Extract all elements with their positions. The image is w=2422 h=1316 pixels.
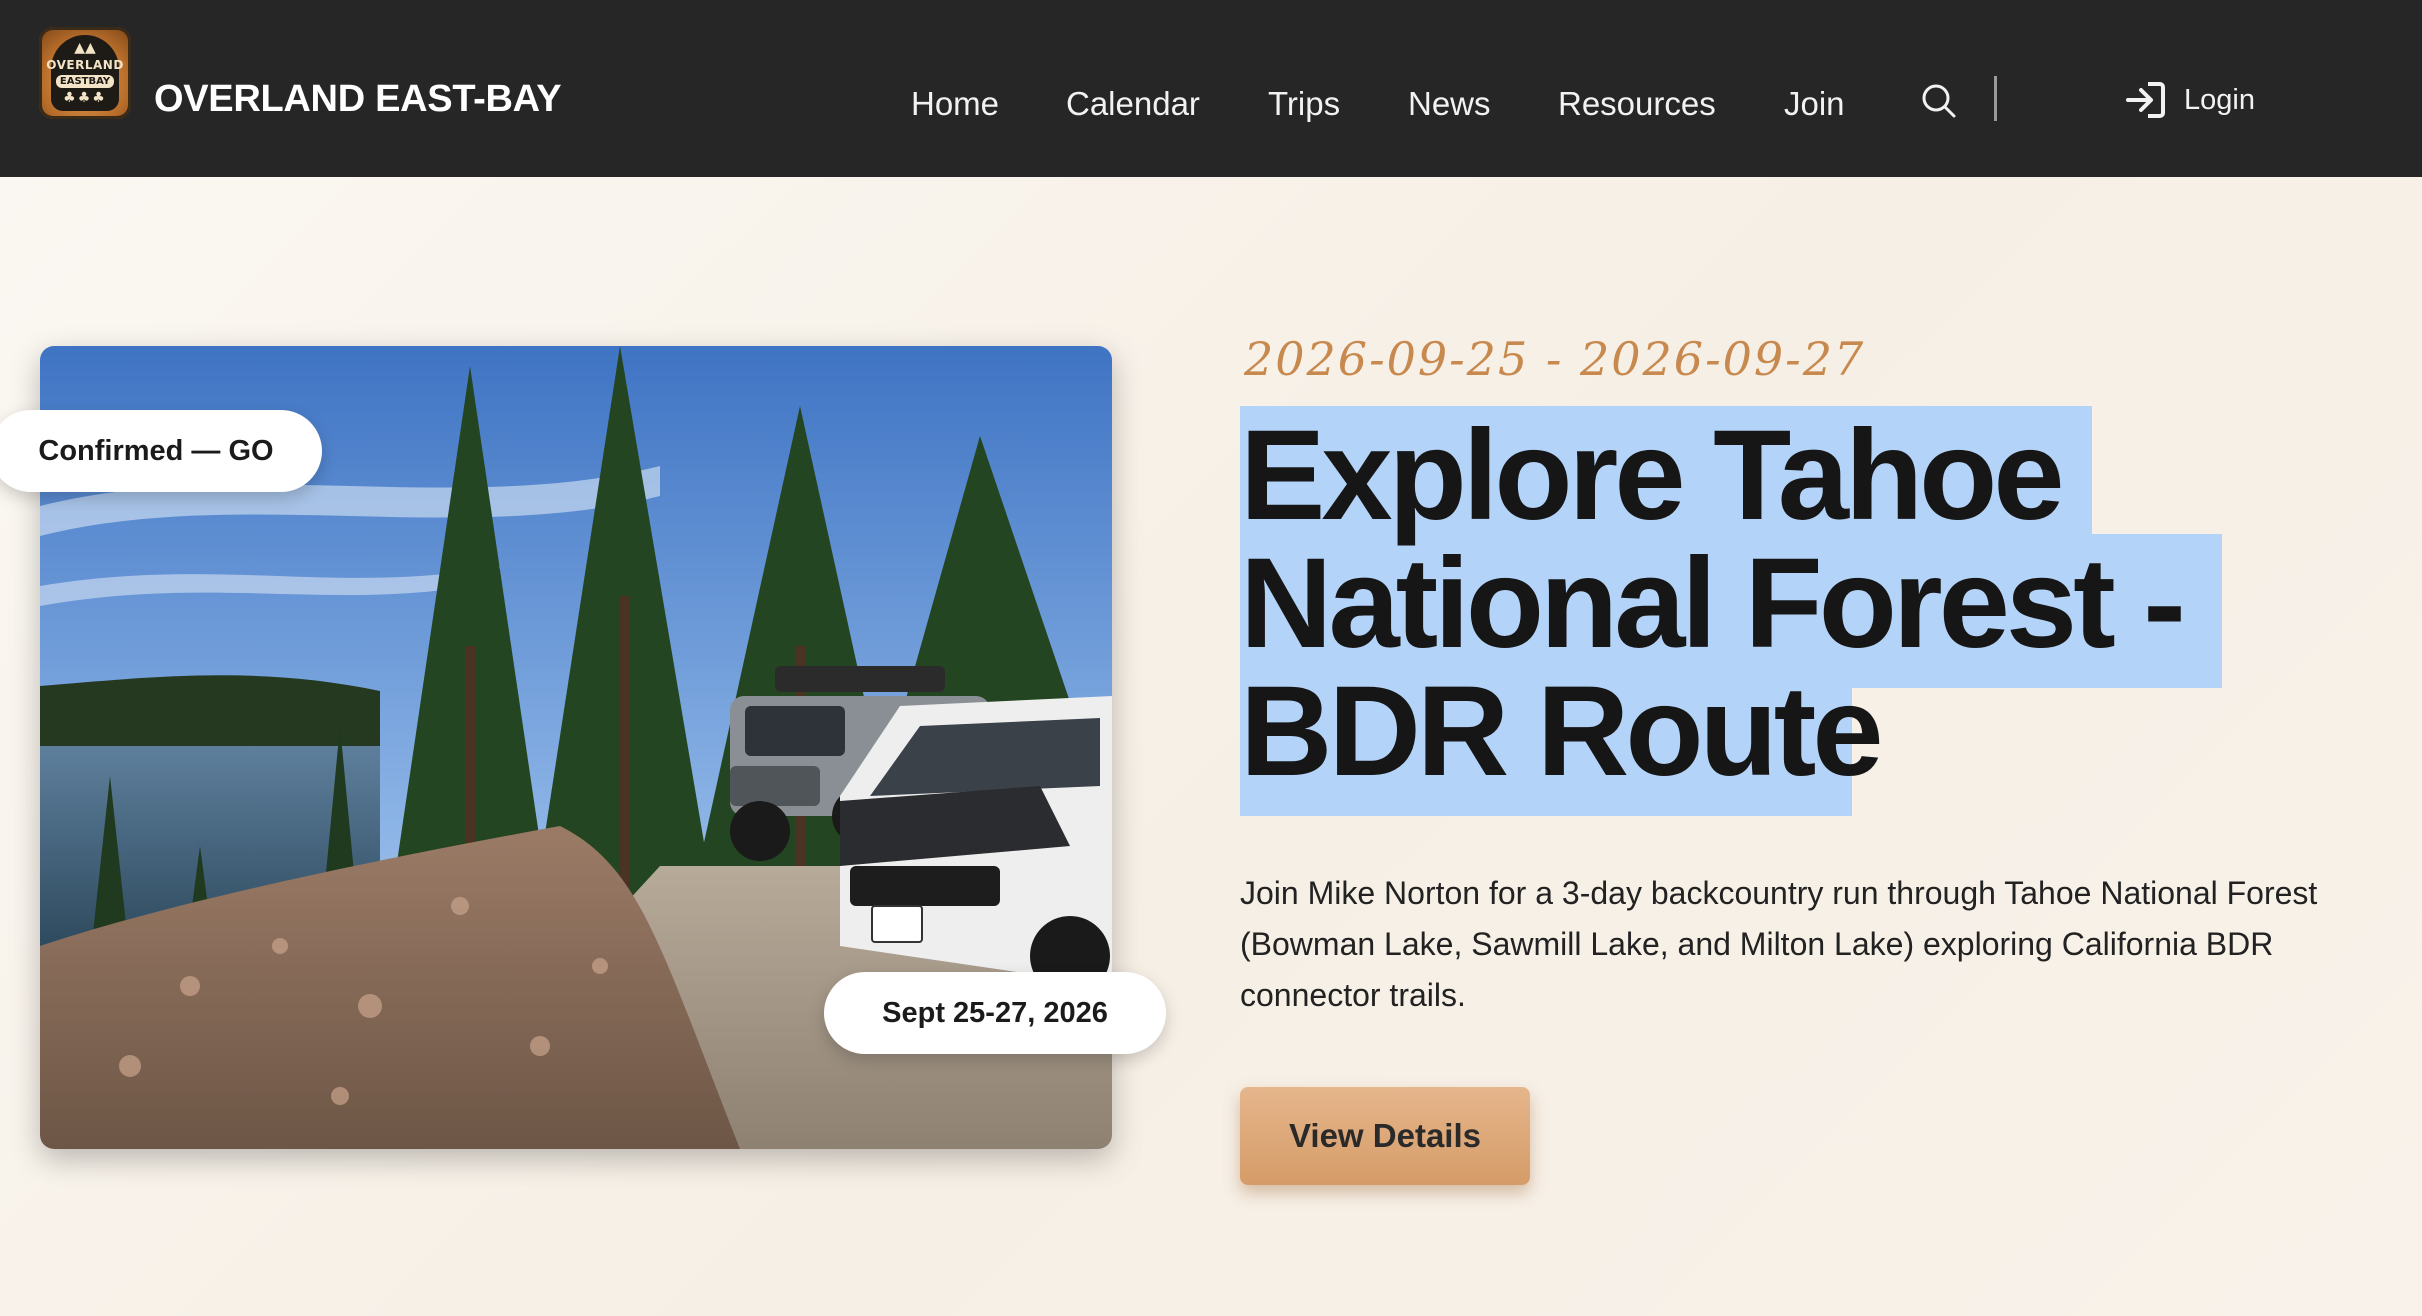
trip-title: Explore Tahoe National Forest - BDR Rout… — [1240, 412, 2300, 796]
nav-resources[interactable]: Resources — [1558, 85, 1716, 123]
date-badge: Sept 25-27, 2026 — [824, 972, 1166, 1054]
nav-news[interactable]: News — [1408, 85, 1491, 123]
site-logo[interactable]: ▲▲ OVERLAND EASTBAY ♣♣♣ — [39, 27, 131, 119]
nav-join[interactable]: Join — [1784, 85, 1845, 123]
nav-calendar[interactable]: Calendar — [1066, 85, 1200, 123]
trip-title-line: BDR Route — [1240, 660, 1884, 803]
logo-badge: ▲▲ OVERLAND EASTBAY ♣♣♣ — [46, 35, 123, 111]
login-label: Login — [2184, 83, 2255, 116]
status-badge: Confirmed — GO — [0, 410, 322, 492]
trip-title-line: National Forest - — [1240, 532, 2186, 675]
view-details-button[interactable]: View Details — [1240, 1087, 1530, 1185]
logo-word-top: OVERLAND — [46, 58, 124, 72]
nav-trips[interactable]: Trips — [1268, 85, 1340, 123]
logo-word-bottom: EASTBAY — [55, 75, 115, 88]
trip-date-range: 2026-09-25 - 2026-09-27 — [1244, 332, 1866, 386]
trip-title-line: Explore Tahoe — [1240, 404, 2065, 547]
logo-icon: ▲▲ — [74, 40, 96, 56]
cactus-icon: ♣♣♣ — [63, 90, 107, 106]
trip-description: Join Mike Norton for a 3-day backcountry… — [1240, 875, 2318, 1013]
top-navigation-bar: ▲▲ OVERLAND EASTBAY ♣♣♣ OVERLAND EAST-BA… — [0, 0, 2422, 177]
nav-home[interactable]: Home — [911, 85, 999, 123]
search-icon[interactable] — [1920, 82, 1958, 120]
header-divider — [1994, 76, 1997, 121]
site-brand-name[interactable]: OVERLAND EAST-BAY — [154, 78, 562, 121]
login-button[interactable]: Login — [2124, 78, 2255, 122]
login-icon — [2126, 82, 2165, 118]
